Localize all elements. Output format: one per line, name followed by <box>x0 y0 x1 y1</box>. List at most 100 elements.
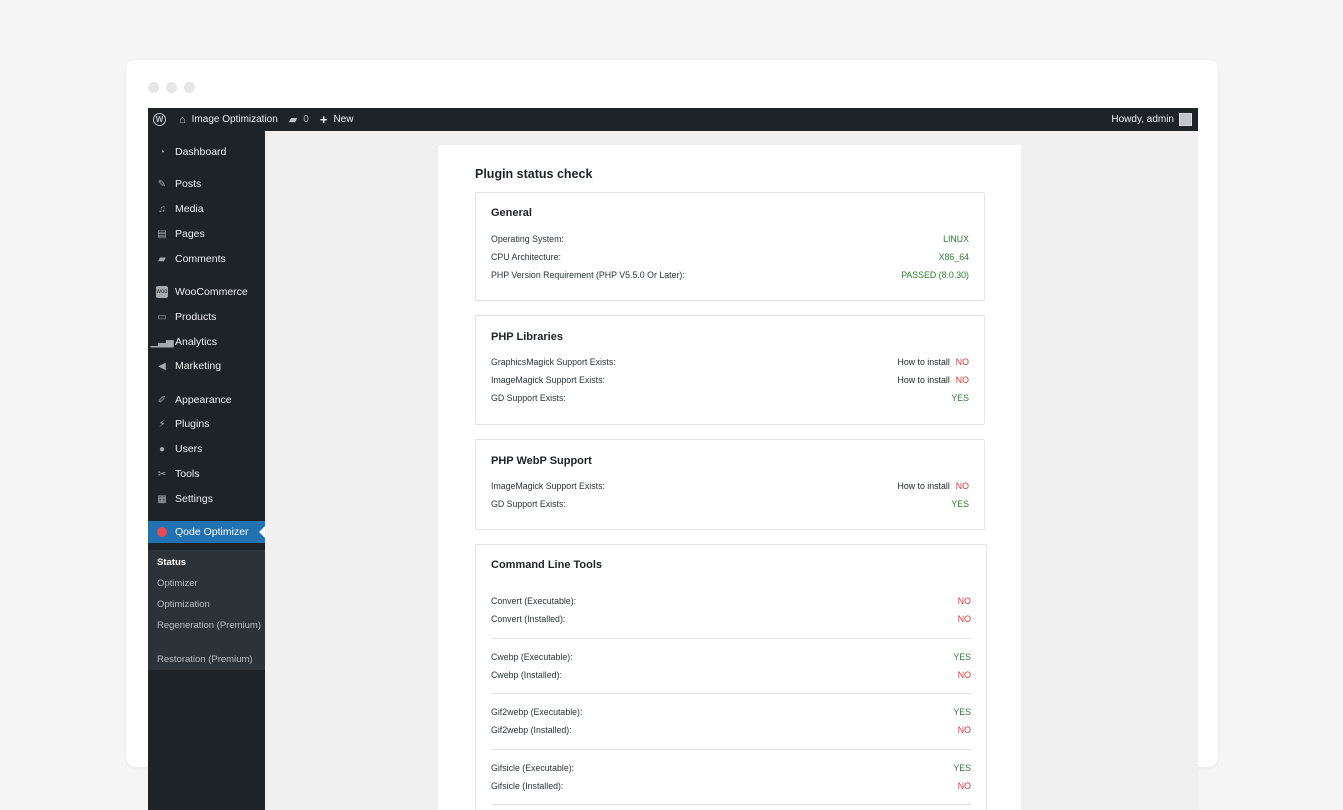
status-row-gd: GD Support Exists: YES <box>491 391 969 405</box>
dashboard-icon: ◔ <box>158 146 166 158</box>
row-value: YES <box>951 393 969 403</box>
window-dot-3[interactable] <box>184 82 195 93</box>
sidebar-item-label: Marketing <box>175 360 222 372</box>
status-row-gif2webp-installed: Gif2webp (Installed): NO <box>491 723 971 737</box>
status-row-graphicsmagick: GraphicsMagick Support Exists: How to in… <box>491 355 969 369</box>
qode-submenu: Status Optimizer Optimization Regenerati… <box>148 550 265 670</box>
new-content-link[interactable]: + New <box>314 108 359 131</box>
settings-icon: ▦ <box>157 493 167 505</box>
sidebar-item-label: Media <box>175 203 204 215</box>
sidebar-item-label: Qode Optimizer <box>175 526 249 538</box>
row-value: NO <box>957 781 971 791</box>
sidebar-item-marketing[interactable]: ◀ Marketing <box>148 355 265 377</box>
sidebar-item-appearance[interactable]: ✐ Appearance <box>148 389 265 411</box>
media-icon: ♫ <box>158 203 166 215</box>
account-menu[interactable]: Howdy, admin <box>1111 113 1198 126</box>
submenu-item-regeneration[interactable]: Regeneration (Premium) <box>157 620 261 632</box>
status-row-gifsicle-executable: Gifsicle (Executable): YES <box>491 761 971 775</box>
row-label: Gifsicle (Installed): <box>491 781 564 791</box>
status-row-convert-executable: Convert (Executable): NO <box>491 594 971 608</box>
sidebar-item-comments[interactable]: ▰ Comments <box>148 248 265 270</box>
status-row-webp-gd: GD Support Exists: YES <box>491 497 969 511</box>
archive-icon: ▭ <box>157 311 167 323</box>
sidebar-item-posts[interactable]: ✎ Posts <box>148 173 265 195</box>
sidebar-item-pages[interactable]: ▤ Pages <box>148 223 265 245</box>
row-divider <box>491 749 971 750</box>
how-to-install-link[interactable]: How to install <box>897 481 949 491</box>
pin-icon: ✎ <box>157 178 167 190</box>
row-label: Convert (Executable): <box>491 596 577 606</box>
submenu-item-optimizer[interactable]: Optimizer <box>157 578 261 590</box>
sidebar-item-label: Plugins <box>175 418 210 430</box>
row-value: NO <box>955 375 969 385</box>
row-value: YES <box>951 499 969 509</box>
comments-link[interactable]: ▰ 0 <box>283 108 314 131</box>
row-divider <box>491 693 971 694</box>
site-name-link[interactable]: ⌂ Image Optimization <box>171 108 283 131</box>
woo-icon: woo <box>156 286 168 298</box>
sidebar-item-label: Comments <box>175 253 226 265</box>
active-indicator <box>259 526 265 538</box>
comment-icon: ▰ <box>158 253 166 265</box>
status-row-gif2webp-executable: Gif2webp (Executable): YES <box>491 705 971 719</box>
how-to-install-link[interactable]: How to install <box>897 375 949 385</box>
brush-icon: ✐ <box>157 394 167 406</box>
row-label: Gifsicle (Executable): <box>491 763 575 773</box>
row-value: NO <box>955 357 969 367</box>
window-dot-1[interactable] <box>148 82 159 93</box>
wordpress-logo-button[interactable]: W <box>148 108 171 131</box>
admin-sidebar: ◔ Dashboard ✎ Posts ♫ Media ▤ Pages ▰ Co… <box>148 131 265 810</box>
status-row-convert-installed: Convert (Installed): NO <box>491 612 971 626</box>
how-to-install-link[interactable]: How to install <box>897 357 949 367</box>
wrench-icon: ✂ <box>157 468 167 480</box>
sidebar-item-label: Analytics <box>175 336 218 348</box>
sidebar-item-analytics[interactable]: ▁▃▅ Analytics <box>148 331 265 353</box>
row-label: CPU Architecture: <box>491 252 561 262</box>
sidebar-item-label: Dashboard <box>175 146 227 158</box>
row-value: NO <box>957 670 971 680</box>
sidebar-item-users[interactable]: ● Users <box>148 438 265 460</box>
sidebar-item-settings[interactable]: ▦ Settings <box>148 488 265 510</box>
submenu-item-restoration[interactable]: Restoration (Premium) <box>157 654 261 666</box>
status-row-cwebp-installed: Cwebp (Installed): NO <box>491 668 971 682</box>
sidebar-item-media[interactable]: ♫ Media <box>148 198 265 220</box>
row-label: Cwebp (Installed): <box>491 670 562 680</box>
pages-icon: ▤ <box>157 228 167 240</box>
row-label: PHP Version Requirement (PHP V5.5.0 Or L… <box>491 270 685 280</box>
row-label: GD Support Exists: <box>491 393 566 403</box>
sidebar-item-label: Tools <box>175 468 200 480</box>
section-title: PHP Libraries <box>491 331 563 343</box>
howdy-text: Howdy, admin <box>1111 114 1174 125</box>
sidebar-item-label: Users <box>175 443 203 455</box>
status-row-webp-imagemagick: ImageMagick Support Exists: How to insta… <box>491 479 969 493</box>
row-value: NO <box>957 596 971 606</box>
row-value: X86_64 <box>938 252 969 262</box>
sidebar-item-products[interactable]: ▭ Products <box>148 306 265 328</box>
new-label: New <box>333 114 354 125</box>
sidebar-item-label: Appearance <box>175 394 232 406</box>
sidebar-item-label: Pages <box>175 228 205 240</box>
sidebar-item-tools[interactable]: ✂ Tools <box>148 463 265 485</box>
megaphone-icon: ◀ <box>158 360 166 372</box>
row-value: PASSED (8.0.30) <box>901 270 969 280</box>
site-name: Image Optimization <box>191 114 278 125</box>
submenu-item-optimization[interactable]: Optimization <box>157 599 261 611</box>
home-icon: ⌂ <box>179 113 186 126</box>
submenu-item-status[interactable]: Status <box>157 557 261 569</box>
row-label: GD Support Exists: <box>491 499 566 509</box>
sidebar-item-woocommerce[interactable]: woo WooCommerce <box>148 281 265 303</box>
row-label: Operating System: <box>491 234 564 244</box>
row-value: NO <box>957 725 971 735</box>
row-label: ImageMagick Support Exists: <box>491 481 605 491</box>
section-title: PHP WebP Support <box>491 455 592 467</box>
section-php-libraries: PHP Libraries GraphicsMagick Support Exi… <box>475 315 985 425</box>
sidebar-item-dashboard[interactable]: ◔ Dashboard <box>148 141 265 163</box>
window-dot-2[interactable] <box>166 82 177 93</box>
row-divider <box>491 638 971 639</box>
sidebar-item-plugins[interactable]: ⚡ Plugins <box>148 413 265 435</box>
sidebar-item-qode-optimizer[interactable]: Qode Optimizer <box>148 521 265 543</box>
status-row-php-version: PHP Version Requirement (PHP V5.5.0 Or L… <box>491 268 969 282</box>
status-row-cpu-architecture: CPU Architecture: X86_64 <box>491 250 969 264</box>
status-page: Plugin status check General Operating Sy… <box>438 145 1021 810</box>
section-title: Command Line Tools <box>491 559 603 571</box>
